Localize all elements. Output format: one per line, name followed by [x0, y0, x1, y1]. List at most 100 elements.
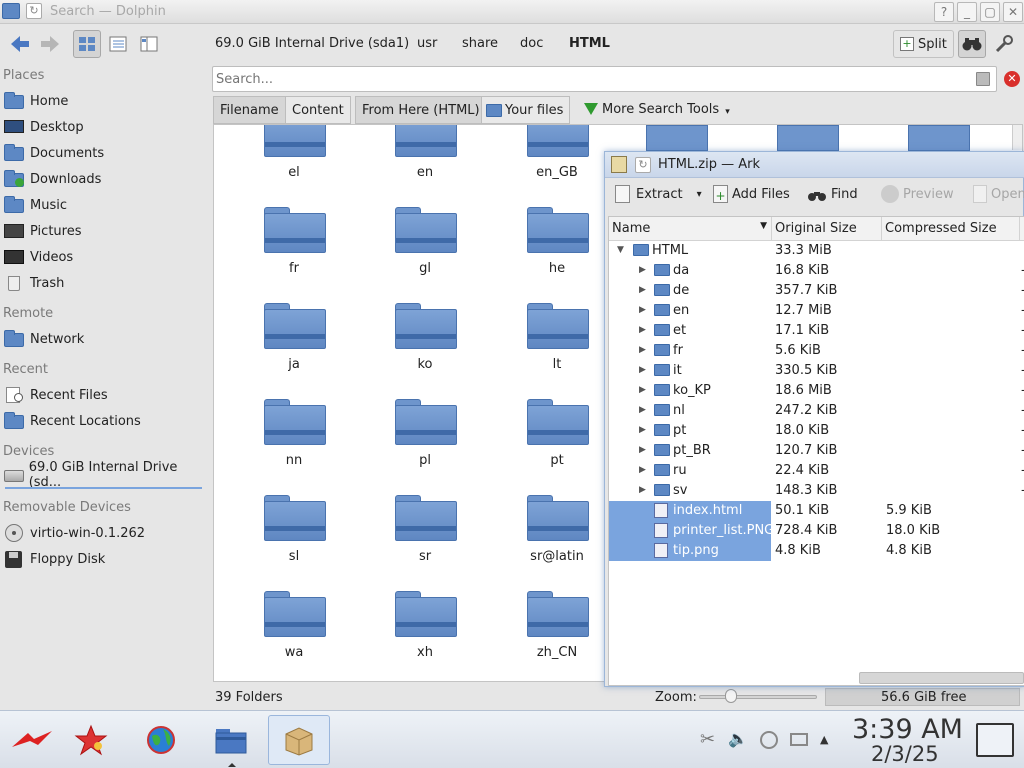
- archive-folder-row[interactable]: ▶pt18.0 KiB-: [609, 421, 1024, 441]
- volume-icon[interactable]: 🔈: [728, 729, 748, 748]
- settings-button[interactable]: [990, 30, 1018, 58]
- place-trash[interactable]: Trash: [3, 271, 203, 295]
- zoom-slider-handle[interactable]: [725, 689, 737, 703]
- place-documents[interactable]: Documents: [3, 141, 203, 165]
- chevron-down-icon[interactable]: ▾: [697, 189, 702, 200]
- clock-date[interactable]: 2/3/25: [871, 742, 939, 766]
- archive-file-row[interactable]: printer_list.PNG 728.4 KiB 18.0 KiB: [609, 521, 1024, 541]
- scissors-icon[interactable]: ✂: [700, 729, 715, 750]
- archive-folder-row[interactable]: ▶da16.8 KiB-: [609, 261, 1024, 281]
- place-virtio-cd[interactable]: virtio-win-0.1.262: [3, 521, 203, 545]
- place-recent-files[interactable]: Recent Files: [3, 383, 203, 407]
- task-star-app[interactable]: [60, 715, 122, 765]
- folder-item[interactable]: ko: [365, 299, 485, 395]
- details-view-button[interactable]: [104, 30, 132, 58]
- archive-folder-row[interactable]: ▶sv148.3 KiB-: [609, 481, 1024, 501]
- column-more[interactable]: [1020, 217, 1024, 241]
- find-button[interactable]: Find: [807, 187, 858, 202]
- breadcrumb-drive[interactable]: 69.0 GiB Internal Drive (sda1): [215, 36, 409, 51]
- task-dolphin[interactable]: [200, 715, 262, 765]
- folder-item[interactable]: wa: [234, 587, 354, 681]
- folder-item[interactable]: he: [497, 203, 617, 299]
- search-input[interactable]: [216, 68, 956, 90]
- place-floppy[interactable]: Floppy Disk: [3, 547, 203, 571]
- close-button[interactable]: ✕: [1003, 2, 1023, 22]
- close-search-button[interactable]: ✕: [1004, 71, 1020, 87]
- archive-folder-row[interactable]: ▶en12.7 MiB-: [609, 301, 1024, 321]
- folder-item[interactable]: sl: [234, 491, 354, 587]
- folder-item[interactable]: en_GB: [497, 125, 617, 203]
- place-music[interactable]: Music: [3, 193, 203, 217]
- archive-folder-row[interactable]: ▶ko_KP18.6 MiB-: [609, 381, 1024, 401]
- zoom-slider[interactable]: [699, 695, 817, 699]
- refresh-icon[interactable]: ↻: [635, 157, 651, 173]
- view-scrollbar[interactable]: [1012, 125, 1022, 150]
- help-button[interactable]: ?: [934, 2, 954, 22]
- show-desktop-button[interactable]: [976, 723, 1014, 757]
- folder-item[interactable]: pl: [365, 395, 485, 491]
- icons-view-button[interactable]: [73, 30, 101, 58]
- breadcrumb-html[interactable]: HTML: [569, 36, 610, 51]
- open-button[interactable]: Open: [973, 185, 1024, 203]
- folder-item[interactable]: xh: [365, 587, 485, 681]
- breadcrumb-doc[interactable]: doc: [520, 36, 543, 51]
- chevron-up-icon[interactable]: ▲: [820, 733, 828, 746]
- column-compressed-size[interactable]: Compressed Size: [882, 217, 1020, 241]
- breadcrumb-usr[interactable]: usr: [417, 36, 437, 51]
- extract-button[interactable]: Extract ▾: [615, 185, 702, 203]
- folder-item[interactable]: fr: [234, 203, 354, 299]
- display-icon[interactable]: [790, 733, 808, 746]
- place-internal-drive[interactable]: 69.0 GiB Internal Drive (sd...: [3, 460, 203, 490]
- task-app-menu[interactable]: [0, 715, 62, 765]
- folder-item[interactable]: nn: [234, 395, 354, 491]
- folder-item[interactable]: el: [234, 125, 354, 203]
- forward-button[interactable]: [36, 30, 64, 58]
- column-name[interactable]: Name ▼: [609, 217, 772, 241]
- place-home[interactable]: Home: [3, 89, 203, 113]
- folder-item[interactable]: en: [365, 125, 485, 203]
- filter-content[interactable]: Content: [285, 96, 351, 124]
- folder-item[interactable]: sr: [365, 491, 485, 587]
- breadcrumb-share[interactable]: share: [462, 36, 498, 51]
- archive-file-row[interactable]: tip.png 4.8 KiB 4.8 KiB: [609, 541, 1024, 561]
- archive-file-row[interactable]: index.html 50.1 KiB 5.9 KiB: [609, 501, 1024, 521]
- archive-folder-row[interactable]: ▶nl247.2 KiB-: [609, 401, 1024, 421]
- folder-item[interactable]: zh_CN: [497, 587, 617, 681]
- place-network[interactable]: Network: [3, 327, 203, 351]
- more-search-tools[interactable]: More Search Tools ▾: [584, 101, 730, 117]
- back-button[interactable]: [6, 30, 34, 58]
- split-button[interactable]: + Split: [893, 30, 954, 58]
- dolphin-app-icon[interactable]: [2, 3, 20, 19]
- archive-folder-row[interactable]: ▶pt_BR120.7 KiB-: [609, 441, 1024, 461]
- preview-button[interactable]: Preview: [881, 185, 954, 203]
- place-desktop[interactable]: Desktop: [3, 115, 203, 139]
- save-search-icon[interactable]: [976, 72, 990, 86]
- place-pictures[interactable]: Pictures: [3, 219, 203, 243]
- maximize-button[interactable]: ▢: [980, 2, 1000, 22]
- archive-folder-row[interactable]: ▶it330.5 KiB-: [609, 361, 1024, 381]
- archive-folder-row[interactable]: ▶et17.1 KiB-: [609, 321, 1024, 341]
- place-videos[interactable]: Videos: [3, 245, 203, 269]
- refresh-icon[interactable]: ↻: [26, 3, 42, 19]
- task-ark[interactable]: [268, 715, 330, 765]
- clock-time[interactable]: 3:39 AM: [852, 714, 963, 745]
- folder-item[interactable]: ja: [234, 299, 354, 395]
- archive-folder-row[interactable]: ▶fr5.6 KiB-: [609, 341, 1024, 361]
- folder-item[interactable]: gl: [365, 203, 485, 299]
- horizontal-scrollbar[interactable]: [859, 672, 1024, 684]
- filter-from-here[interactable]: From Here (HTML): [355, 96, 487, 124]
- search-binoculars-button[interactable]: [958, 30, 986, 58]
- filter-your-files[interactable]: Your files: [481, 96, 571, 124]
- archive-folder-row[interactable]: ▶ru22.4 KiB-: [609, 461, 1024, 481]
- add-files-button[interactable]: + Add Files: [713, 185, 790, 203]
- split-view-button-small[interactable]: [135, 30, 163, 58]
- folder-item[interactable]: pt: [497, 395, 617, 491]
- folder-item[interactable]: lt: [497, 299, 617, 395]
- column-original-size[interactable]: Original Size: [772, 217, 882, 241]
- folder-item[interactable]: sr@latin: [497, 491, 617, 587]
- archive-folder-row[interactable]: ▶de357.7 KiB-: [609, 281, 1024, 301]
- task-web-browser[interactable]: [130, 715, 192, 765]
- minimize-button[interactable]: _: [957, 2, 977, 22]
- filter-filename[interactable]: Filename: [213, 96, 286, 124]
- place-downloads[interactable]: Downloads: [3, 167, 203, 191]
